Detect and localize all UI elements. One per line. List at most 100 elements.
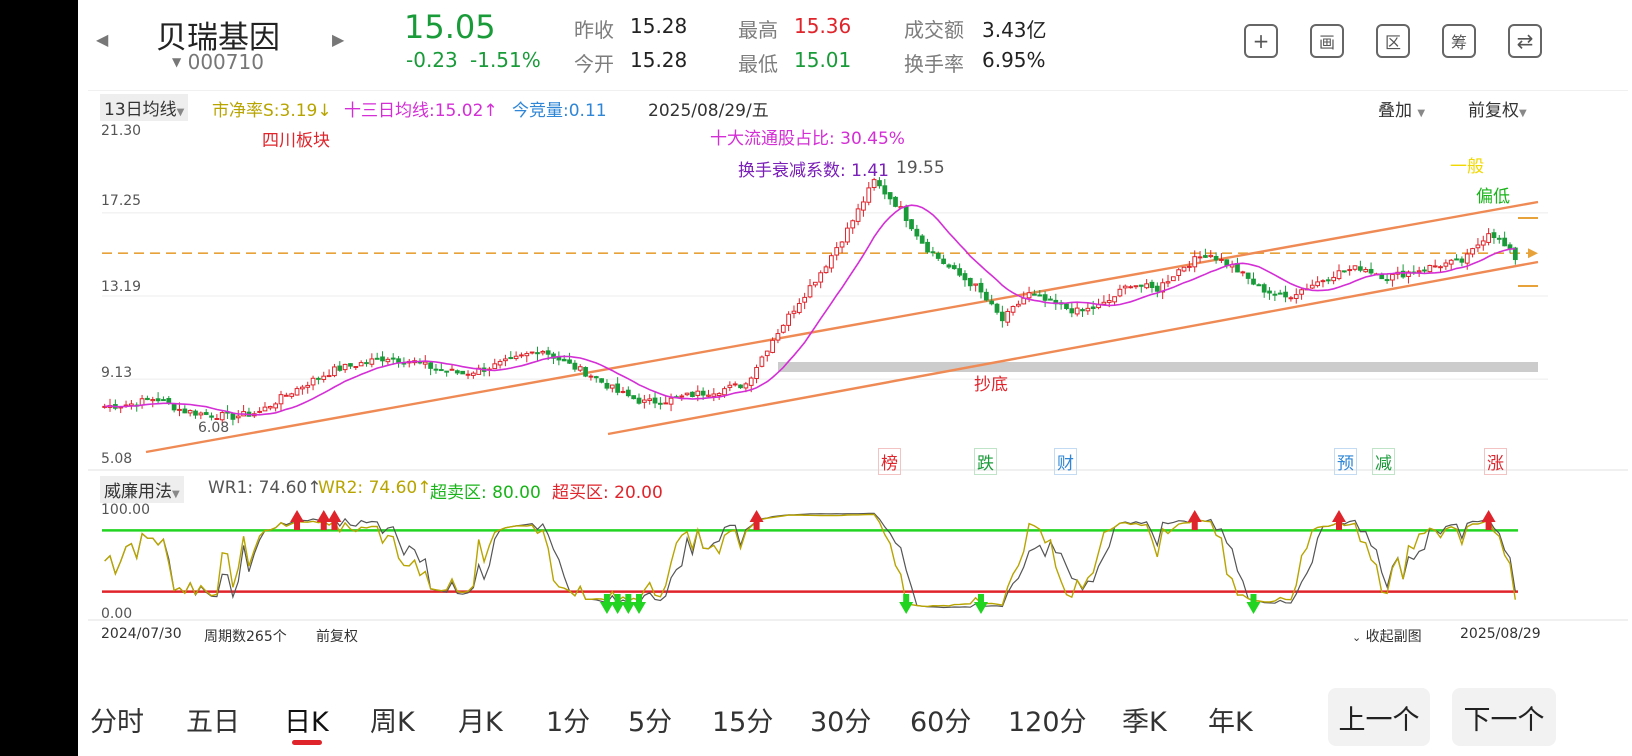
turnover-rate-value: 6.95% [982,48,1046,72]
event-tag-drop[interactable]: 跌 [974,448,997,475]
candle-body [925,241,930,253]
candle-body [1341,270,1347,273]
candle-body [305,384,311,388]
candle-body [748,377,754,386]
candle-body [1427,264,1433,273]
candle-body [267,406,273,409]
candle-body [529,351,535,354]
next-stock-arrow[interactable]: ▶ [332,30,344,49]
prev-button[interactable]: 上一个 [1328,688,1430,746]
candle-body [1090,306,1096,310]
candle-body [1203,255,1208,258]
event-tag-forecast[interactable]: 预 [1334,448,1357,475]
candle-body [300,386,305,390]
add-icon[interactable]: + [1244,24,1278,58]
trend-line-upper [145,200,1539,454]
candle-body [561,358,567,362]
tab-120min[interactable]: 120分 [1008,700,1087,739]
candle-body [433,368,439,371]
candle-body [155,398,161,402]
tab-quarterly-k[interactable]: 季K [1122,700,1167,739]
collapse-subchart[interactable]: ⌄ 收起副图 [1352,626,1422,646]
tab-daily-k[interactable]: 日K [284,700,329,739]
overlay-dropdown[interactable]: 叠加 ▼ [1378,96,1425,121]
tab-timeshare[interactable]: 分时 [90,700,144,739]
candle-body [470,372,476,376]
drawing-board-icon[interactable]: 画 [1310,24,1344,58]
tab-60min[interactable]: 60分 [910,700,971,739]
candle-body [812,281,818,286]
prev-close-value: 15.28 [630,14,688,38]
candle-body [1502,237,1508,247]
stock-code-row[interactable]: ▼ 000710 [172,50,264,74]
event-tag-reduce[interactable]: 减 [1372,448,1395,475]
adjust-label: 前复权 [1468,101,1519,121]
candle-body [1005,310,1011,323]
tab-yearly-k[interactable]: 年K [1208,700,1253,739]
candle-body [946,264,952,268]
y-tick: 13.19 [101,279,142,295]
candle-body [999,311,1005,322]
event-tag-rise[interactable]: 涨 [1484,448,1507,475]
legend-ma13: 十三日均线:15.02↑ [344,101,498,121]
candle-body [1010,306,1016,313]
candle-body [1069,308,1075,314]
tab-monthly-k[interactable]: 月K [458,700,503,739]
candle-body [903,206,909,221]
candle-body [1315,281,1320,287]
candle-body [631,395,637,400]
event-tag-billboard[interactable]: 榜 [878,448,901,475]
tab-1min[interactable]: 1分 [546,700,590,739]
candle-body [909,219,914,230]
tab-five-day[interactable]: 五日 [186,700,240,739]
candle-body [1085,307,1091,312]
candle-body [139,398,145,406]
region-icon[interactable]: 区 [1376,24,1410,58]
candle-body [1192,256,1198,268]
adjust-dropdown[interactable]: 前复权▼ [1468,96,1527,121]
tab-5min[interactable]: 5分 [628,700,672,739]
event-tag-finance[interactable]: 财 [1054,448,1077,475]
tab-weekly-k[interactable]: 周K [370,700,415,739]
candle-body [545,350,551,355]
next-button[interactable]: 下一个 [1452,688,1556,746]
candle-body [1037,294,1043,297]
candle-body [535,352,540,355]
candle-body [374,357,380,360]
candle-body [540,350,546,354]
sub-adjust-label: 前复权 [316,629,358,645]
tab-15min[interactable]: 15分 [712,700,773,739]
candle-body [1491,232,1497,239]
candle-body [668,397,674,405]
candle-body [454,370,460,374]
candle-body [449,368,455,371]
chevron-down-icon: ▼ [1519,108,1527,119]
y-tick: 17.25 [101,193,142,209]
candle-body [1101,301,1107,305]
candle-body [978,282,984,293]
main-indicator-select[interactable]: 13日均线▼ [100,94,189,121]
candle-body [316,377,321,380]
candle-body [935,252,941,259]
candle-body [834,247,840,256]
legend-pb: 市净率S:3.19↓ [212,101,332,121]
turnover-decay-label: 换手衰减系数: 1.41 [738,161,889,181]
candle-body [839,241,845,248]
screen-rotate-icon[interactable]: ⇄ [1508,24,1542,58]
candle-body [497,360,503,366]
filter-icon[interactable]: 筹 [1442,24,1476,58]
chart-area[interactable]: 13日均线▼ 市净率S:3.19↓ 十三日均线:15.02↑ 今竞量:0.11 … [88,90,1628,680]
buy-signal-icon [899,594,914,614]
prev-stock-arrow[interactable]: ◀ [96,30,108,49]
candle-body [396,358,401,363]
collapse-label: 收起副图 [1365,629,1422,645]
candle-body [203,412,209,415]
sub-indicator-select[interactable]: 威廉用法▼ [100,476,184,503]
candle-body [700,390,706,396]
candle-body [919,235,925,244]
candle-body [209,415,214,418]
candle-body [1272,293,1278,296]
tab-30min[interactable]: 30分 [810,700,871,739]
candle-body [647,398,653,401]
candle-body [1122,285,1128,289]
